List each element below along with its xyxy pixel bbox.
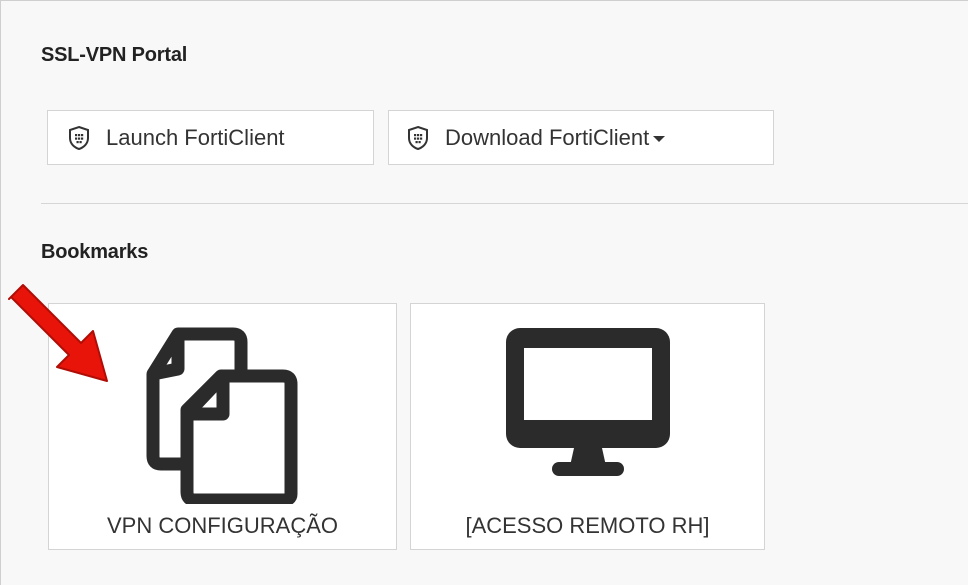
- section-divider: [41, 203, 968, 204]
- download-forticlient-button[interactable]: Download FortiClient: [388, 110, 774, 165]
- bookmarks-title: Bookmarks: [41, 241, 149, 263]
- forticlient-shield-icon: [66, 125, 92, 151]
- launch-forticlient-button[interactable]: Launch FortiClient: [47, 110, 374, 165]
- bookmark-label: [ACESSO REMOTO RH]: [465, 513, 710, 538]
- forticlient-shield-icon: [405, 125, 431, 151]
- caret-down-icon: [653, 135, 666, 142]
- bookmark-acesso-remoto-rh[interactable]: [ACESSO REMOTO RH]: [410, 303, 765, 550]
- portal-title: SSL-VPN Portal: [41, 44, 188, 66]
- ssl-vpn-portal-page: SSL-VPN Portal Launch FortiClient Downlo…: [0, 0, 968, 585]
- bookmark-label: VPN CONFIGURAÇÃO: [106, 513, 339, 538]
- download-forticlient-label: Download FortiClient: [445, 124, 650, 150]
- launch-forticlient-label: Launch FortiClient: [106, 124, 285, 150]
- red-arrow-annotation: [8, 284, 108, 382]
- monitor-icon: [411, 314, 764, 484]
